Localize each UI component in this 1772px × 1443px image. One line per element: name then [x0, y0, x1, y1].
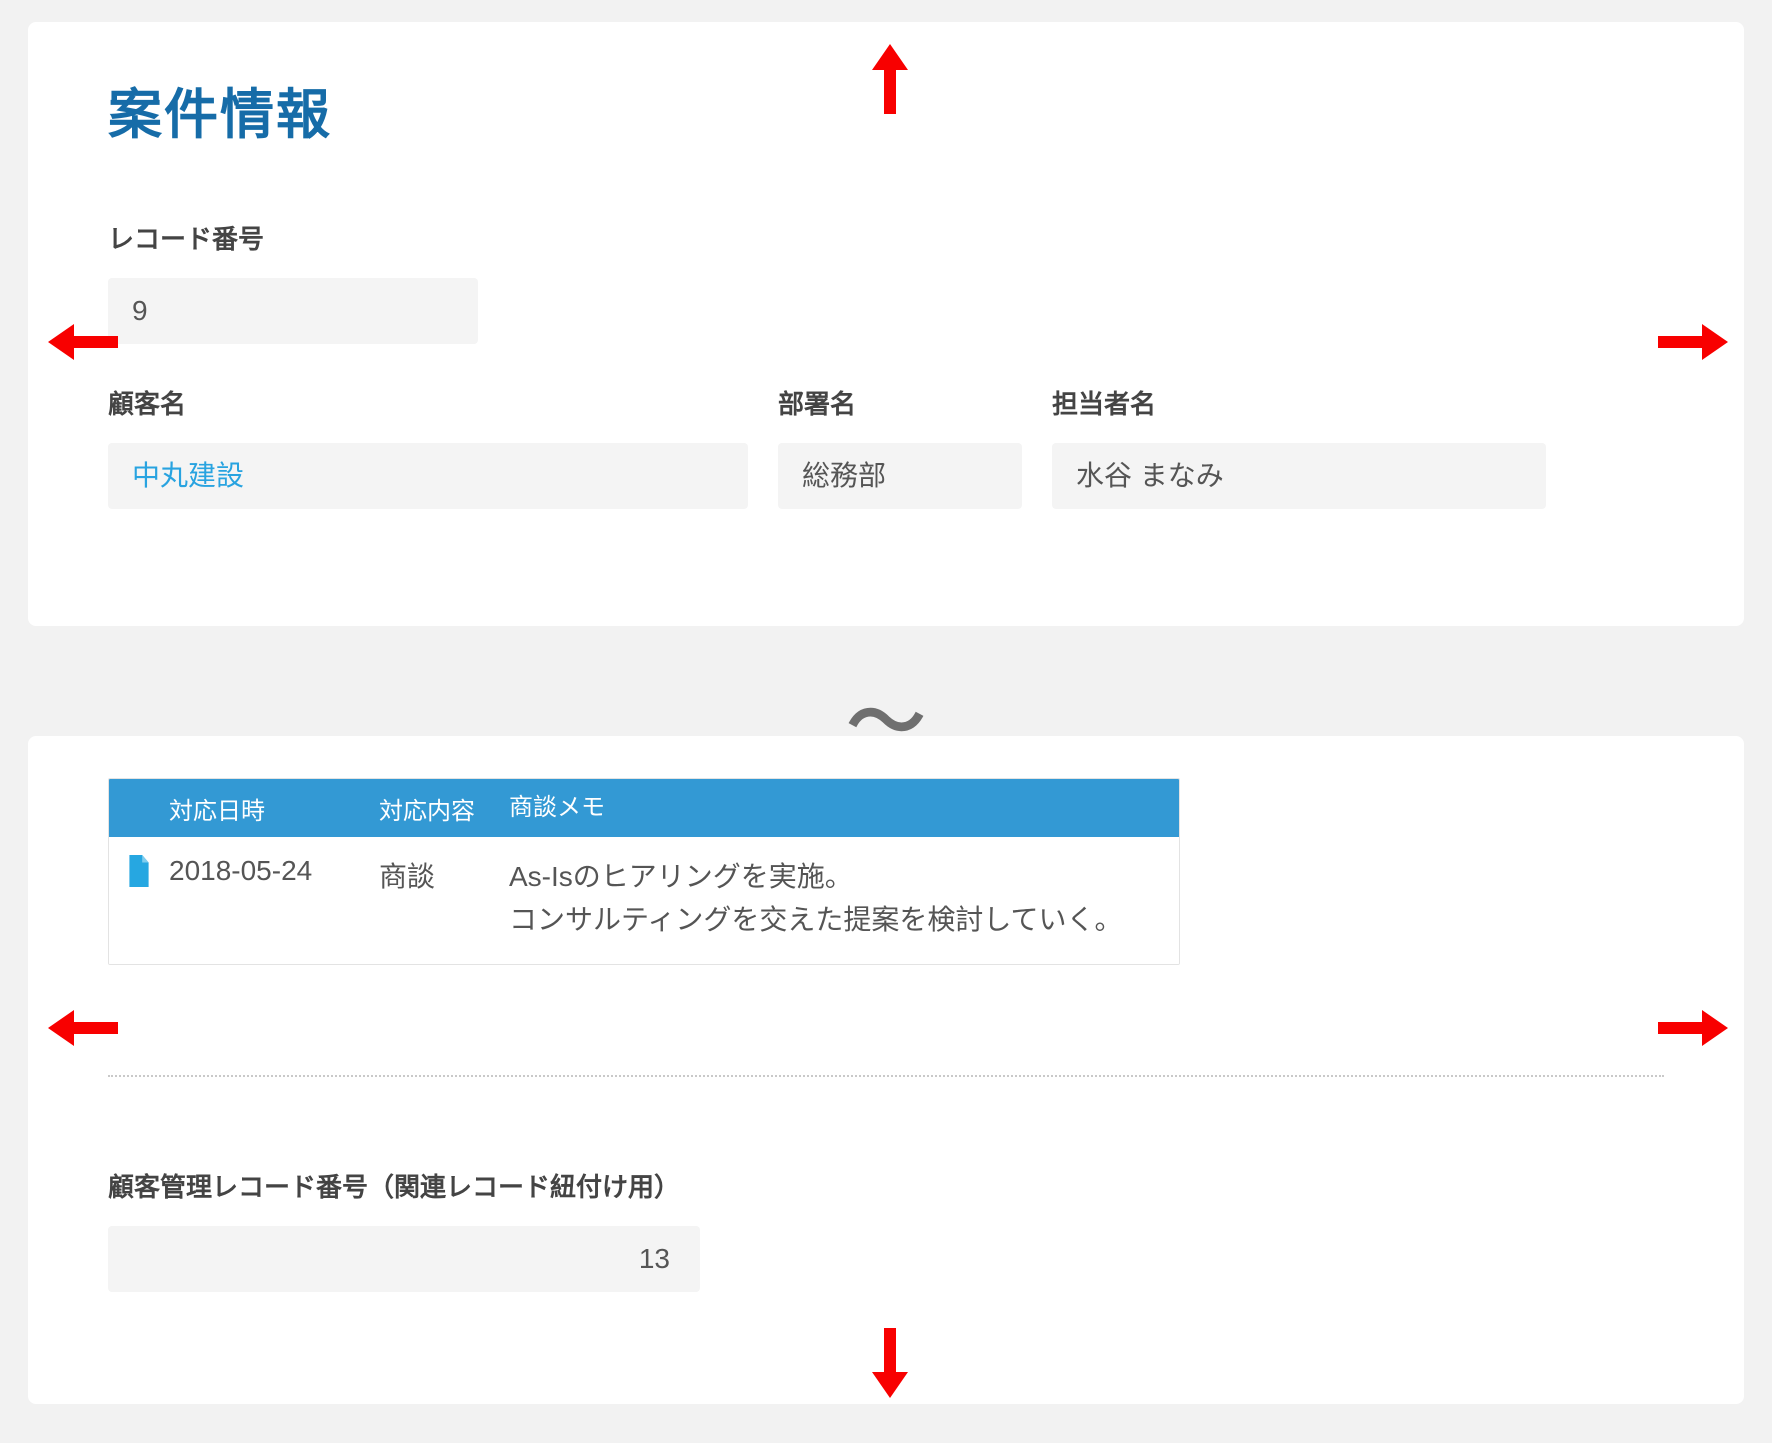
section-divider — [108, 1075, 1664, 1077]
row-type: 商談 — [379, 855, 509, 895]
activity-table: 対応日時 対応内容 商談メモ 2018-05-24 商談 As-Isのヒアリング… — [108, 778, 1180, 965]
person-label: 担当者名 — [1052, 384, 1546, 421]
record-number-value: 9 — [108, 278, 478, 344]
customer-value[interactable]: 中丸建設 — [108, 443, 748, 509]
col-date-header: 対応日時 — [169, 791, 379, 826]
case-info-card: 案件情報 レコード番号 9 顧客名 中丸建設 部署名 総務部 担当者名 水谷 ま… — [28, 22, 1744, 626]
table-row[interactable]: 2018-05-24 商談 As-Isのヒアリングを実施。 コンサルティングを交… — [109, 837, 1179, 964]
document-icon[interactable] — [109, 855, 169, 887]
row-date: 2018-05-24 — [169, 855, 379, 887]
col-memo-header: 商談メモ — [509, 789, 1179, 826]
activity-card: 対応日時 対応内容 商談メモ 2018-05-24 商談 As-Isのヒアリング… — [28, 736, 1744, 1404]
col-type-header: 対応内容 — [379, 791, 509, 826]
page-title: 案件情報 — [108, 70, 1664, 149]
person-value: 水谷 まなみ — [1052, 443, 1546, 509]
linked-record-label: 顧客管理レコード番号（関連レコード紐付け用） — [108, 1167, 1664, 1204]
row-memo: As-Isのヒアリングを実施。 コンサルティングを交えた提案を検討していく。 — [509, 855, 1179, 942]
linked-record-value: 13 — [108, 1226, 700, 1292]
record-number-label: レコード番号 — [108, 219, 478, 256]
activity-table-header: 対応日時 対応内容 商談メモ — [109, 779, 1179, 837]
department-value: 総務部 — [778, 443, 1022, 509]
customer-label: 顧客名 — [108, 384, 748, 421]
department-label: 部署名 — [778, 384, 1022, 421]
